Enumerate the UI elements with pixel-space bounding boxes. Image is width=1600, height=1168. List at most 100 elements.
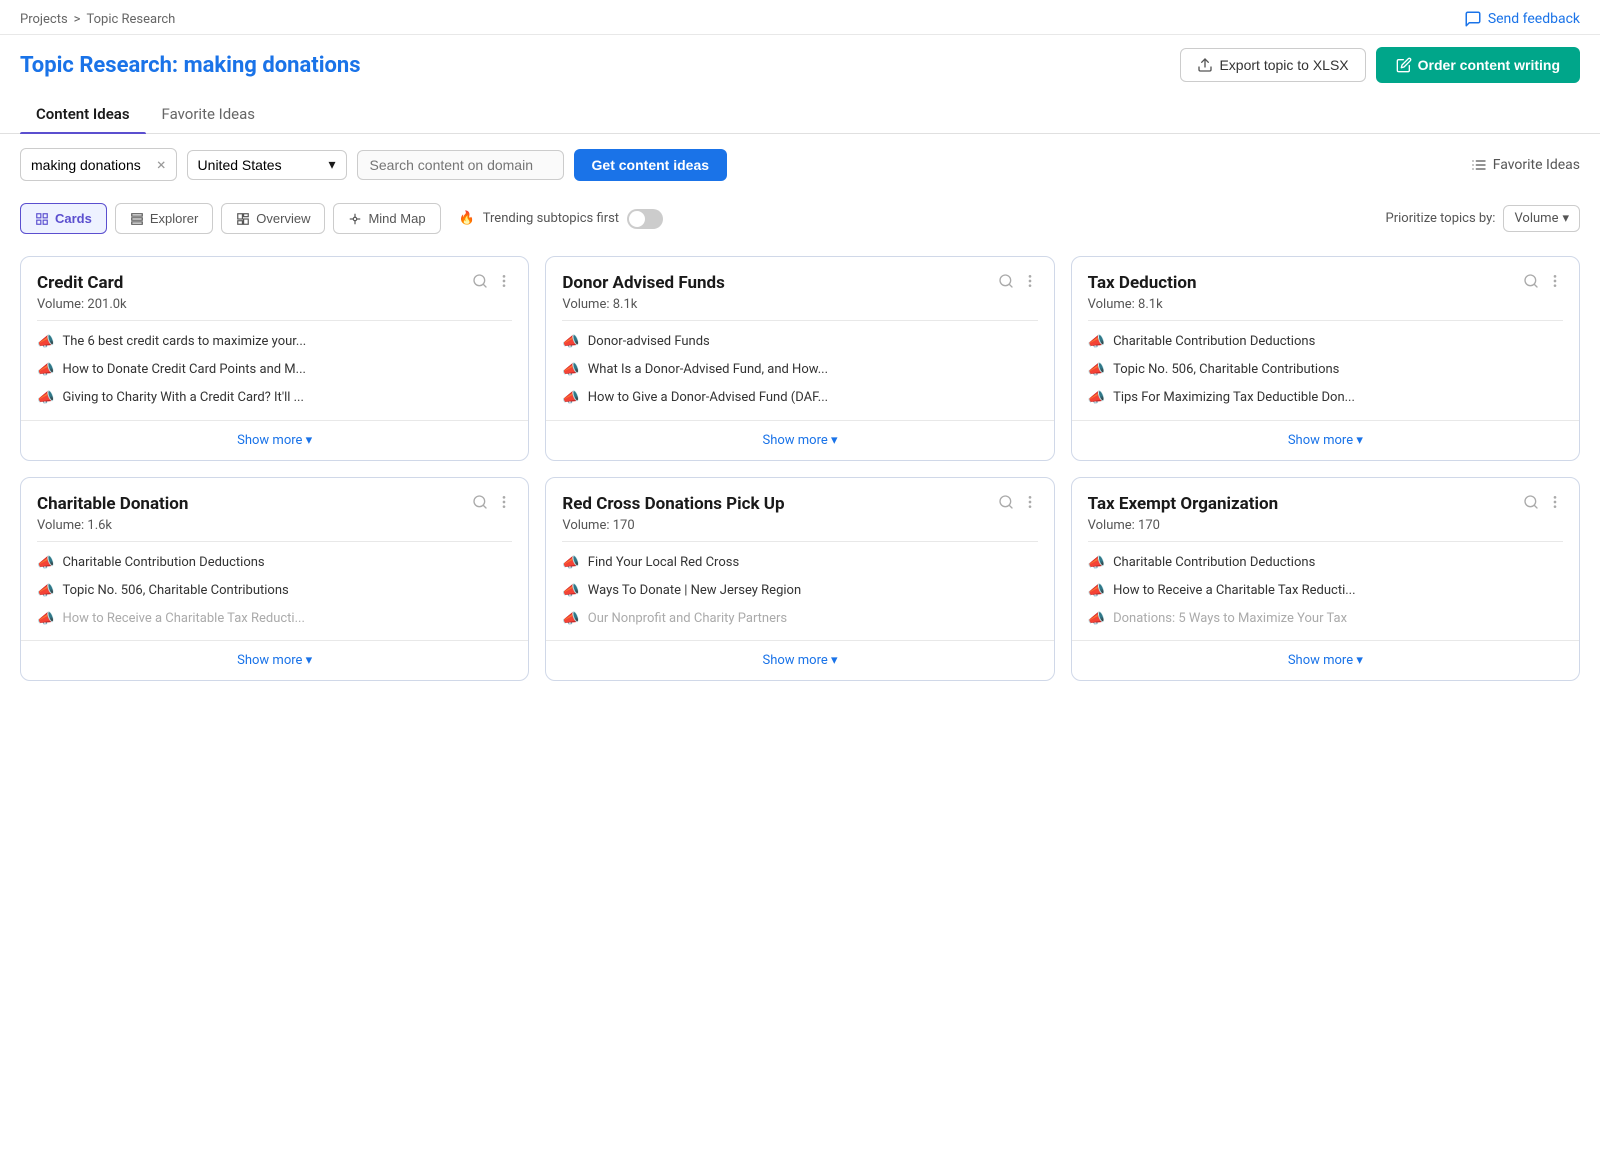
card-items: 📣 Donor-advised Funds 📣 What Is a Donor-… (546, 321, 1053, 420)
view-explorer-button[interactable]: Explorer (115, 203, 213, 234)
tabs: Content Ideas Favorite Ideas (0, 95, 1600, 134)
top-bar: Projects > Topic Research Send feedback (0, 0, 1600, 35)
view-cards-button[interactable]: Cards (20, 203, 107, 234)
show-more-button[interactable]: Show more ▾ (546, 420, 1053, 460)
trending-toggle-switch[interactable] (627, 209, 663, 229)
card-item-text: What Is a Donor-Advised Fund, and How... (588, 361, 1038, 379)
get-ideas-button[interactable]: Get content ideas (574, 149, 727, 181)
order-button[interactable]: Order content writing (1376, 47, 1580, 83)
show-more-button[interactable]: Show more ▾ (1072, 420, 1579, 460)
country-dropdown[interactable]: United States (198, 157, 323, 173)
more-options-icon[interactable] (1022, 494, 1038, 514)
more-options-icon[interactable] (1022, 273, 1038, 293)
view-mindmap-button[interactable]: Mind Map (333, 203, 440, 234)
prioritize-chevron-icon: ▾ (1562, 211, 1569, 226)
card-item-text: How to Give a Donor-Advised Fund (DAF... (588, 389, 1038, 407)
list-icon (1471, 157, 1487, 173)
search-icon[interactable] (998, 494, 1014, 514)
page-header: Topic Research: making donations Export … (0, 35, 1600, 95)
card-item: 📣 Ways To Donate | New Jersey Region (562, 582, 1037, 600)
topic-card: Credit Card Volume: 201.0k 📣 The 6 best … (20, 256, 529, 461)
country-select[interactable]: United States ▾ (187, 150, 347, 180)
card-title: Donor Advised Funds (562, 273, 997, 293)
mindmap-view-icon (348, 212, 362, 226)
card-item-text: How to Donate Credit Card Points and M..… (62, 361, 512, 379)
explorer-view-icon (130, 212, 144, 226)
card-items: 📣 Charitable Contribution Deductions 📣 H… (1072, 542, 1579, 641)
send-feedback-label: Send feedback (1488, 11, 1580, 27)
domain-search-input[interactable] (357, 150, 564, 180)
favorite-ideas-label: Favorite Ideas (1493, 157, 1580, 173)
search-icon[interactable] (998, 273, 1014, 293)
page-title-static: Topic Research: (20, 53, 184, 78)
megaphone-icon: 📣 (37, 390, 54, 406)
more-options-icon[interactable] (1547, 273, 1563, 293)
megaphone-icon: 📣 (1088, 362, 1105, 378)
card-header: Tax Exempt Organization Volume: 170 (1072, 478, 1579, 541)
favorite-ideas-link[interactable]: Favorite Ideas (1471, 157, 1580, 173)
megaphone-icon: 📣 (562, 390, 579, 406)
search-icon[interactable] (472, 494, 488, 514)
breadcrumb-projects[interactable]: Projects (20, 12, 68, 27)
tab-favorite-ideas[interactable]: Favorite Ideas (146, 95, 272, 133)
filters-bar: × United States ▾ Get content ideas Favo… (0, 134, 1600, 195)
trending-toggle: 🔥 Trending subtopics first (459, 209, 664, 229)
view-overview-button[interactable]: Overview (221, 203, 325, 234)
search-icon[interactable] (472, 273, 488, 293)
search-icon[interactable] (1523, 494, 1539, 514)
megaphone-icon: 📣 (562, 583, 579, 599)
card-title: Credit Card (37, 273, 472, 293)
export-button[interactable]: Export topic to XLSX (1180, 48, 1365, 82)
cards-view-icon (35, 212, 49, 226)
topic-input[interactable] (31, 157, 151, 173)
show-more-button[interactable]: Show more ▾ (21, 420, 528, 460)
show-more-button[interactable]: Show more ▾ (21, 640, 528, 680)
show-more-button[interactable]: Show more ▾ (546, 640, 1053, 680)
card-title: Red Cross Donations Pick Up (562, 494, 997, 514)
card-item-text: Giving to Charity With a Credit Card? It… (62, 389, 512, 407)
card-volume: Volume: 201.0k (37, 297, 472, 312)
card-items: 📣 Charitable Contribution Deductions 📣 T… (1072, 321, 1579, 420)
card-title-area: Red Cross Donations Pick Up Volume: 170 (562, 494, 997, 533)
card-actions (998, 494, 1038, 514)
card-title: Tax Exempt Organization (1088, 494, 1523, 514)
export-label: Export topic to XLSX (1219, 57, 1348, 73)
header-actions: Export topic to XLSX Order content writi… (1180, 47, 1580, 83)
card-item: 📣 Topic No. 506, Charitable Contribution… (37, 582, 512, 600)
megaphone-icon: 📣 (562, 555, 579, 571)
topic-search-field[interactable]: × (20, 148, 177, 181)
view-controls: Cards Explorer Overview Mind Map 🔥 Trend… (0, 195, 1600, 246)
card-item-text: How to Receive a Charitable Tax Reducti.… (1113, 582, 1563, 600)
card-item-text: Tips For Maximizing Tax Deductible Don..… (1113, 389, 1563, 407)
card-actions (998, 273, 1038, 293)
card-actions (1523, 494, 1563, 514)
card-item-text: Charitable Contribution Deductions (62, 554, 512, 572)
page-title: Topic Research: making donations (20, 53, 361, 78)
breadcrumb: Projects > Topic Research (20, 12, 175, 27)
order-label: Order content writing (1418, 57, 1560, 73)
megaphone-icon: 📣 (37, 583, 54, 599)
card-item-text: Topic No. 506, Charitable Contributions (62, 582, 512, 600)
card-item-text: The 6 best credit cards to maximize your… (62, 333, 512, 351)
show-more-button[interactable]: Show more ▾ (1072, 640, 1579, 680)
card-item: 📣 What Is a Donor-Advised Fund, and How.… (562, 361, 1037, 379)
topic-clear-button[interactable]: × (157, 155, 166, 174)
send-feedback-link[interactable]: Send feedback (1464, 10, 1580, 28)
card-items: 📣 The 6 best credit cards to maximize yo… (21, 321, 528, 420)
card-item-text: Charitable Contribution Deductions (1113, 554, 1563, 572)
tab-content-ideas[interactable]: Content Ideas (20, 95, 146, 133)
search-icon[interactable] (1523, 273, 1539, 293)
card-title-area: Donor Advised Funds Volume: 8.1k (562, 273, 997, 312)
card-item-text: Topic No. 506, Charitable Contributions (1113, 361, 1563, 379)
topic-card: Tax Deduction Volume: 8.1k 📣 Charitable … (1071, 256, 1580, 461)
more-options-icon[interactable] (496, 273, 512, 293)
export-icon (1197, 57, 1213, 73)
card-title-area: Tax Exempt Organization Volume: 170 (1088, 494, 1523, 533)
card-volume: Volume: 8.1k (562, 297, 997, 312)
card-volume: Volume: 1.6k (37, 518, 472, 533)
trending-label: Trending subtopics first (483, 211, 619, 226)
card-title: Tax Deduction (1088, 273, 1523, 293)
prioritize-select[interactable]: Volume ▾ (1503, 205, 1580, 232)
more-options-icon[interactable] (1547, 494, 1563, 514)
more-options-icon[interactable] (496, 494, 512, 514)
